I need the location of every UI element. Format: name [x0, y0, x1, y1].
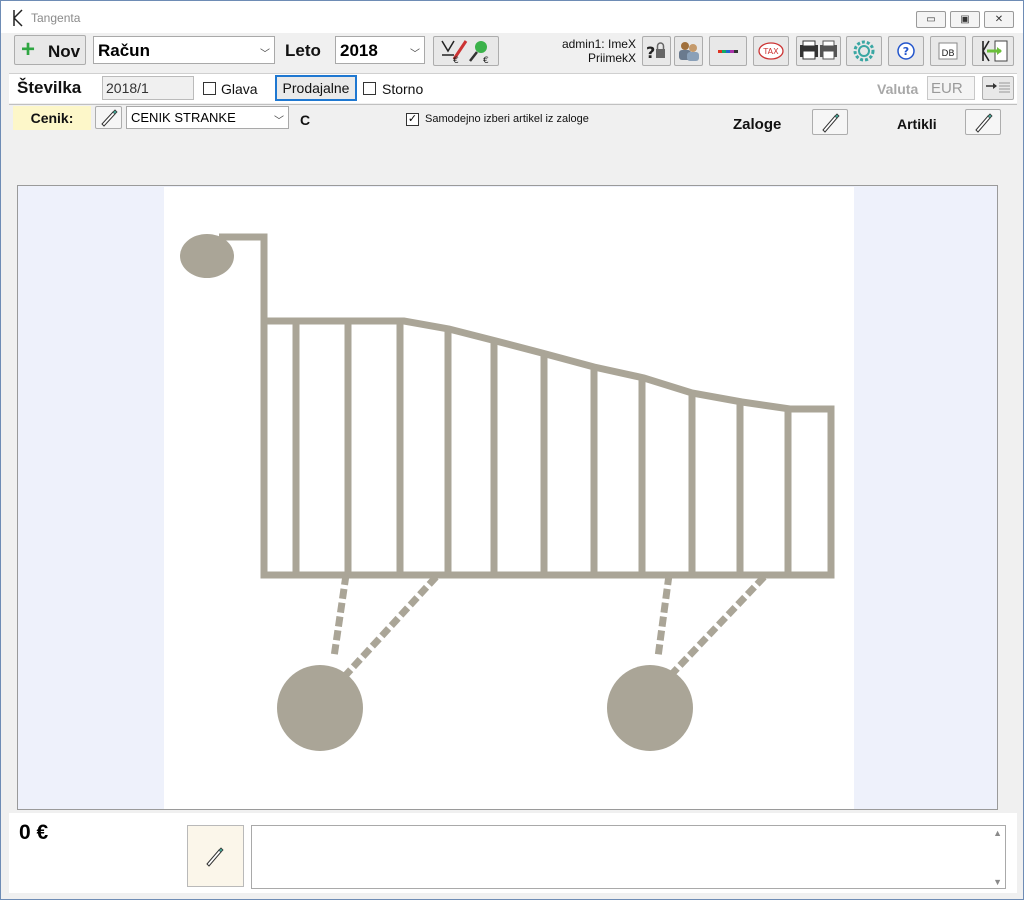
user-name: admin1: ImeX — [561, 37, 636, 51]
items-area[interactable] — [17, 185, 998, 810]
chevron-down-icon: ﹀ — [260, 49, 270, 60]
glava-checkbox[interactable] — [203, 82, 216, 95]
user-surname: PriimekX — [587, 51, 636, 65]
users-button[interactable] — [674, 36, 703, 66]
exit-door-icon — [982, 40, 1008, 62]
app-logo-icon — [13, 9, 23, 27]
year-select[interactable]: 2018 ﹀ — [335, 36, 425, 64]
cenik-code: C — [300, 112, 311, 128]
svg-text:€: € — [483, 56, 489, 65]
settings-button[interactable] — [846, 36, 882, 66]
cenik-value: CENIK STRANKE — [131, 110, 236, 125]
valuta-label: Valuta — [877, 81, 919, 97]
chevron-down-icon: ﹀ — [274, 116, 284, 127]
auto-select-checkbox[interactable]: ✓ — [406, 113, 419, 126]
pencil-icon — [206, 847, 224, 867]
new-document-button[interactable]: + Nov — [14, 35, 86, 65]
database-icon: DB — [938, 42, 958, 60]
printer-icon — [800, 40, 837, 60]
zaloge-label: Zaloge — [733, 116, 782, 133]
total-amount: 0 € — [19, 821, 49, 844]
user-info: admin1: ImeX PriimekX — [541, 37, 636, 65]
edit-notes-button[interactable] — [187, 825, 244, 887]
year-value: 2018 — [340, 41, 378, 60]
currency-picker-button[interactable] — [982, 76, 1014, 100]
main-toolbar: + Nov Račun ﹀ Leto 2018 ﹀ € € admin1: Im… — [1, 33, 1023, 71]
question-lock-icon: ? — [646, 42, 665, 62]
document-type-value: Račun — [98, 41, 150, 60]
chevron-down-icon: ﹀ — [410, 49, 420, 60]
arrow-list-icon — [986, 82, 1010, 93]
svg-text:?: ? — [646, 43, 655, 62]
tax-button[interactable]: TAX — [753, 36, 789, 66]
edit-artikli-button[interactable] — [965, 109, 1001, 135]
title-bar: Tangenta ▭ ▣ ✕ — [1, 1, 1023, 33]
window-title: Tangenta — [31, 11, 81, 25]
scroll-up-icon[interactable]: ▲ — [993, 828, 1002, 838]
minimize-button[interactable]: ▭ — [916, 11, 946, 28]
user-login-button[interactable]: ? — [642, 36, 671, 66]
scroll-down-icon[interactable]: ▼ — [993, 877, 1002, 887]
tax-icon: TAX — [758, 42, 784, 60]
storno-label: Storno — [382, 81, 424, 97]
help-button[interactable]: ? — [888, 36, 924, 66]
cenik-select[interactable]: CENIK STRANKE ﹀ — [126, 106, 289, 129]
storno-checkbox[interactable] — [363, 82, 376, 95]
maximize-button[interactable]: ▣ — [950, 11, 980, 28]
shopping-cart-icon — [180, 233, 835, 751]
users-icon — [679, 42, 699, 61]
pencil-icon — [101, 109, 118, 127]
footer-panel: 0 € ▲ ▼ — [9, 813, 1017, 893]
svg-text:€: € — [453, 56, 459, 65]
gear-icon — [853, 40, 875, 62]
database-text: DB — [941, 49, 954, 59]
price-search-button[interactable]: € € — [433, 36, 499, 66]
color-bar-icon — [718, 50, 738, 53]
glava-label: Glava — [221, 81, 258, 97]
help-icon: ? — [897, 42, 915, 60]
number-label: Številka — [17, 78, 82, 97]
document-type-select[interactable]: Račun ﹀ — [93, 36, 275, 64]
valuta-field[interactable]: EUR — [927, 76, 975, 100]
artikli-label: Artikli — [897, 116, 937, 132]
svg-text:?: ? — [903, 45, 909, 58]
edit-cenik-button[interactable] — [95, 106, 122, 129]
printer-settings-button[interactable] — [709, 36, 747, 66]
pricing-bar: Cenik: CENIK STRANKE ﹀ C ✓ Samodejno izb… — [9, 104, 1017, 186]
prodajalne-button[interactable]: Prodajalne — [275, 75, 357, 101]
close-button[interactable]: ✕ — [984, 11, 1014, 28]
pencil-icon — [822, 113, 840, 133]
auto-select-label: Samodejno izberi artikel iz zaloge — [425, 113, 589, 125]
document-number-field[interactable]: 2018/1 — [102, 76, 194, 100]
price-search-icon: € € — [441, 40, 489, 66]
edit-zaloge-button[interactable] — [812, 109, 848, 135]
document-header: Številka 2018/1 Glava Prodajalne Storno … — [9, 73, 1017, 103]
database-button[interactable]: DB — [930, 36, 966, 66]
new-label: Nov — [48, 42, 81, 61]
pencil-icon — [975, 113, 993, 133]
empty-cart-panel — [164, 187, 854, 809]
tax-text: TAX — [762, 47, 779, 56]
plus-icon: + — [21, 36, 36, 63]
year-label: Leto — [285, 41, 321, 60]
notes-textarea[interactable]: ▲ ▼ — [251, 825, 1006, 889]
main-window: Tangenta ▭ ▣ ✕ + Nov Račun ﹀ Leto 2018 ﹀… — [0, 0, 1024, 900]
exit-button[interactable] — [972, 36, 1014, 66]
cenik-label: Cenik: — [13, 106, 91, 130]
print-button[interactable] — [796, 36, 841, 66]
